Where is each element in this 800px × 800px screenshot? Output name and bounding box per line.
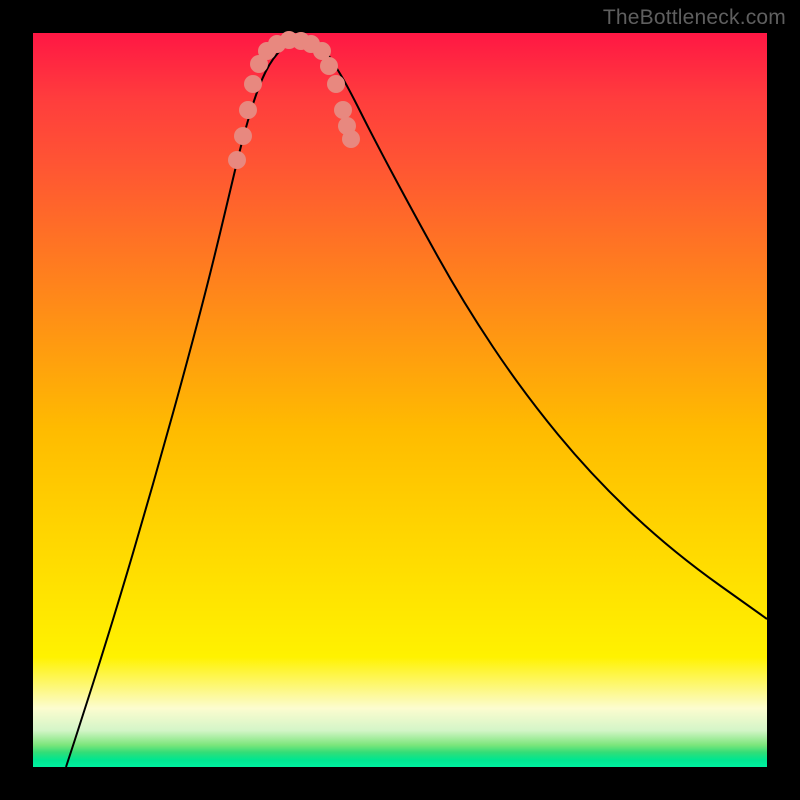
watermark-text: TheBottleneck.com bbox=[603, 6, 786, 30]
curve-marker bbox=[342, 130, 360, 148]
curve-marker bbox=[228, 151, 246, 169]
curve-marker bbox=[239, 101, 257, 119]
curve-markers bbox=[228, 31, 360, 169]
bottleneck-curve-path bbox=[66, 40, 767, 767]
bottleneck-curve-svg bbox=[33, 33, 767, 767]
curve-marker bbox=[334, 101, 352, 119]
curve-marker bbox=[327, 75, 345, 93]
curve-marker bbox=[244, 75, 262, 93]
curve-marker bbox=[234, 127, 252, 145]
chart-plot-area bbox=[33, 33, 767, 767]
curve-marker bbox=[320, 57, 338, 75]
